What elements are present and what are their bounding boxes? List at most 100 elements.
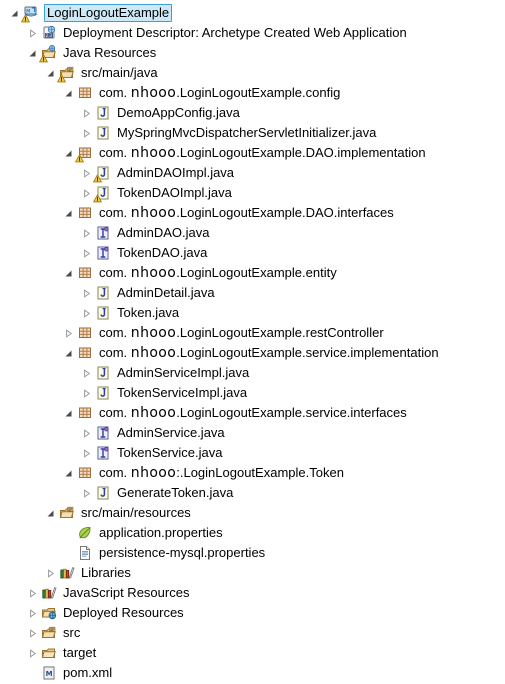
expand-arrow-right-icon[interactable] — [24, 583, 40, 603]
package-icon — [76, 404, 94, 422]
tree-row[interactable]: DemoAppConfig.java — [0, 103, 505, 123]
deployed-resources-icon — [40, 604, 58, 622]
tree-indent-spacer — [0, 393, 78, 394]
tree-row[interactable]: com. nhooo.LoginLogoutExample.DAO.implem… — [0, 143, 505, 163]
tree-row[interactable]: AdminDAOImpl.java — [0, 163, 505, 183]
tree-no-arrow-spacer — [60, 523, 76, 543]
java-file-icon — [94, 484, 112, 502]
expand-arrow-down-icon[interactable] — [42, 63, 58, 83]
tree-row-label: persistence-mysql.properties — [99, 545, 266, 560]
java-resources-icon — [39, 44, 58, 63]
tree-row[interactable]: Deployed Resources — [0, 603, 505, 623]
expand-arrow-right-icon[interactable] — [60, 323, 76, 343]
web-project-icon: M — [21, 4, 40, 23]
tree-row-label: Java Resources — [63, 45, 157, 60]
tree-indent-spacer — [0, 33, 24, 34]
tree-row[interactable]: target — [0, 643, 505, 663]
expand-arrow-right-icon[interactable] — [78, 243, 94, 263]
tree-row-label: AdminDAO.java — [117, 225, 210, 240]
tree-row[interactable]: Mpom.xml — [0, 663, 505, 683]
tree-row[interactable]: Libraries — [0, 563, 505, 583]
tree-row[interactable]: src/main/resources — [0, 503, 505, 523]
tree-row[interactable]: 2.3 Deployment Descriptor: Archetype Crea… — [0, 23, 505, 43]
expand-arrow-down-icon[interactable] — [60, 203, 76, 223]
tree-indent-spacer — [0, 473, 60, 474]
expand-arrow-down-icon[interactable] — [60, 263, 76, 283]
tree-row[interactable]: AdminServiceImpl.java — [0, 363, 505, 383]
package-icon — [76, 464, 94, 482]
tree-row[interactable]: TokenDAO.java — [0, 243, 505, 263]
tree-row[interactable]: com. nhooo:.LoginLogoutExample.Token — [0, 463, 505, 483]
expand-arrow-down-icon[interactable] — [60, 343, 76, 363]
expand-arrow-right-icon[interactable] — [78, 223, 94, 243]
source-folder-icon — [57, 64, 76, 83]
tree-row[interactable]: com. nhooo.LoginLogoutExample.config — [0, 83, 505, 103]
expand-arrow-down-icon[interactable] — [60, 143, 76, 163]
tree-row[interactable]: AdminService.java — [0, 423, 505, 443]
properties-file-icon — [76, 544, 94, 562]
expand-arrow-right-icon[interactable] — [78, 163, 94, 183]
expand-arrow-down-icon[interactable] — [42, 503, 58, 523]
expand-arrow-right-icon[interactable] — [24, 23, 40, 43]
tree-row[interactable]: GenerateToken.java — [0, 483, 505, 503]
tree-row-label: com. nhooo.LoginLogoutExample.DAO.interf… — [99, 205, 394, 221]
expand-arrow-right-icon[interactable] — [78, 483, 94, 503]
expand-arrow-right-icon[interactable] — [78, 423, 94, 443]
expand-arrow-right-icon[interactable] — [24, 603, 40, 623]
tree-row[interactable]: Java Resources — [0, 43, 505, 63]
tree-indent-spacer — [0, 413, 60, 414]
tree-indent-spacer — [0, 93, 60, 94]
tree-row[interactable]: TokenServiceImpl.java — [0, 383, 505, 403]
tree-row[interactable]: com. nhooo.LoginLogoutExample.entity — [0, 263, 505, 283]
tree-row[interactable]: TokenDAOImpl.java — [0, 183, 505, 203]
tree-row[interactable]: JavaScript Resources — [0, 583, 505, 603]
tree-row[interactable]: M LoginLogoutExample — [0, 3, 505, 23]
tree-row[interactable]: MySpringMvcDispatcherServletInitializer.… — [0, 123, 505, 143]
tree-row[interactable]: persistence-mysql.properties — [0, 543, 505, 563]
tree-row-label: com. nhooo.LoginLogoutExample.service.in… — [99, 405, 407, 421]
expand-arrow-down-icon[interactable] — [24, 43, 40, 63]
expand-arrow-right-icon[interactable] — [78, 103, 94, 123]
tree-row[interactable]: src — [0, 623, 505, 643]
tree-row[interactable]: com. nhooo.LoginLogoutExample.restContro… — [0, 323, 505, 343]
source-folder-icon — [58, 504, 76, 522]
tree-row-label: TokenService.java — [117, 445, 223, 460]
expand-arrow-down-icon[interactable] — [60, 403, 76, 423]
tree-row[interactable]: application.properties — [0, 523, 505, 543]
tree-row-label: MySpringMvcDispatcherServletInitializer.… — [117, 125, 377, 140]
tree-row-label: TokenDAO.java — [117, 245, 208, 260]
tree-row[interactable]: src/main/java — [0, 63, 505, 83]
expand-arrow-right-icon[interactable] — [78, 443, 94, 463]
expand-arrow-right-icon[interactable] — [78, 123, 94, 143]
libraries-icon — [40, 584, 58, 602]
tree-row[interactable]: com. nhooo.LoginLogoutExample.service.im… — [0, 343, 505, 363]
tree-row[interactable]: com. nhooo.LoginLogoutExample.service.in… — [0, 403, 505, 423]
tree-indent-spacer — [0, 333, 60, 334]
tree-row[interactable]: AdminDetail.java — [0, 283, 505, 303]
expand-arrow-down-icon[interactable] — [6, 3, 22, 23]
expand-arrow-right-icon[interactable] — [24, 623, 40, 643]
tree-indent-spacer — [0, 533, 60, 534]
expand-arrow-right-icon[interactable] — [24, 643, 40, 663]
tree-row[interactable]: AdminDAO.java — [0, 223, 505, 243]
project-explorer-tree[interactable]: M LoginLogoutExample 2.3 Deployment Descrip… — [0, 0, 505, 684]
tree-row-label: com. nhooo.LoginLogoutExample.DAO.implem… — [99, 145, 426, 161]
tree-indent-spacer — [0, 593, 24, 594]
tree-no-arrow-spacer — [24, 663, 40, 683]
expand-arrow-right-icon[interactable] — [78, 183, 94, 203]
expand-arrow-right-icon[interactable] — [78, 363, 94, 383]
expand-arrow-down-icon[interactable] — [60, 463, 76, 483]
expand-arrow-right-icon[interactable] — [42, 563, 58, 583]
expand-arrow-down-icon[interactable] — [60, 83, 76, 103]
expand-arrow-right-icon[interactable] — [78, 283, 94, 303]
tree-row[interactable]: Token.java — [0, 303, 505, 323]
java-file-icon — [94, 124, 112, 142]
expand-arrow-right-icon[interactable] — [78, 383, 94, 403]
svg-text:M: M — [46, 670, 53, 678]
tree-row-label: AdminDAOImpl.java — [117, 165, 235, 180]
expand-arrow-right-icon[interactable] — [78, 303, 94, 323]
tree-row[interactable]: com. nhooo.LoginLogoutExample.DAO.interf… — [0, 203, 505, 223]
tree-indent-spacer — [0, 193, 78, 194]
tree-indent-spacer — [0, 133, 78, 134]
tree-row[interactable]: TokenService.java — [0, 443, 505, 463]
